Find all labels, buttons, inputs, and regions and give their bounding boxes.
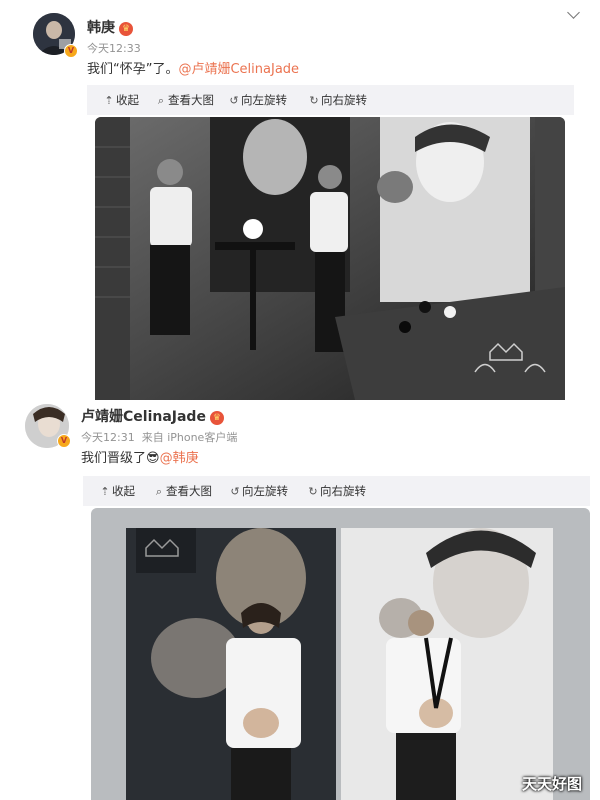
crown-icon: ♛ [119, 22, 133, 36]
view-large-button[interactable]: ⌕ 查看大图 [153, 476, 212, 506]
rotate-right-icon: ↻ [309, 94, 319, 107]
post-image[interactable] [95, 117, 565, 400]
post-text: 我们晋级了😎@韩庚 [81, 451, 199, 466]
post-image[interactable]: 天天好图 [91, 508, 590, 800]
post-source: 来自 iPhone客户端 [141, 431, 238, 444]
post-time[interactable]: 今天12:31 来自 iPhone客户端 [81, 429, 237, 445]
image-toolbar: ⇡ 收起 ⌕ 查看大图 ↺ 向左旋转 ↻ 向右旋转 [83, 476, 590, 506]
collapse-icon: ⇡ [100, 485, 110, 498]
sunglasses-emoji: 😎 [146, 451, 160, 466]
rotate-right-icon: ↻ [308, 485, 318, 498]
collapse-button[interactable]: ⇡ 收起 [103, 85, 139, 115]
collapse-button[interactable]: ⇡ 收起 [99, 476, 135, 506]
mention-link[interactable]: @卢靖姗CelinaJade [178, 62, 299, 77]
post-1: V 韩庚 ♛ 今天12:33 我们“怀孕”了。@卢靖姗CelinaJade ⇡ 收起… [0, 0, 600, 400]
post-2: V 卢靖姗CelinaJade ♛ 今天12:31 来自 iPhone客户端 我们… [0, 400, 600, 800]
rotate-right-button[interactable]: ↻ 向右旋转 [308, 85, 367, 115]
mention-link[interactable]: @韩庚 [160, 451, 199, 466]
watermark: 天天好图 [521, 775, 582, 793]
username[interactable]: 卢靖姗CelinaJade ♛ [81, 406, 224, 426]
magnifier-icon: ⌕ [157, 94, 165, 107]
verified-badge-icon: V [64, 44, 78, 58]
collapse-icon: ⇡ [104, 94, 114, 107]
crown-icon: ♛ [209, 411, 224, 425]
rotate-left-button[interactable]: ↺ 向左旋转 [228, 85, 287, 115]
verified-badge-icon: V [57, 434, 71, 448]
chevron-down-icon[interactable] [567, 6, 580, 19]
rotate-left-icon: ↺ [229, 94, 239, 107]
username[interactable]: 韩庚 ♛ [87, 17, 133, 37]
image-toolbar: ⇡ 收起 ⌕ 查看大图 ↺ 向左旋转 ↻ 向右旋转 [87, 85, 574, 115]
post-time[interactable]: 今天12:33 [87, 40, 141, 56]
view-large-button[interactable]: ⌕ 查看大图 [155, 85, 214, 115]
rotate-right-button[interactable]: ↻ 向右旋转 [307, 476, 366, 506]
post-text: 我们“怀孕”了。@卢靖姗CelinaJade [87, 62, 300, 77]
rotate-left-button[interactable]: ↺ 向左旋转 [229, 476, 288, 506]
rotate-left-icon: ↺ [230, 485, 240, 498]
magnifier-icon: ⌕ [155, 485, 163, 498]
